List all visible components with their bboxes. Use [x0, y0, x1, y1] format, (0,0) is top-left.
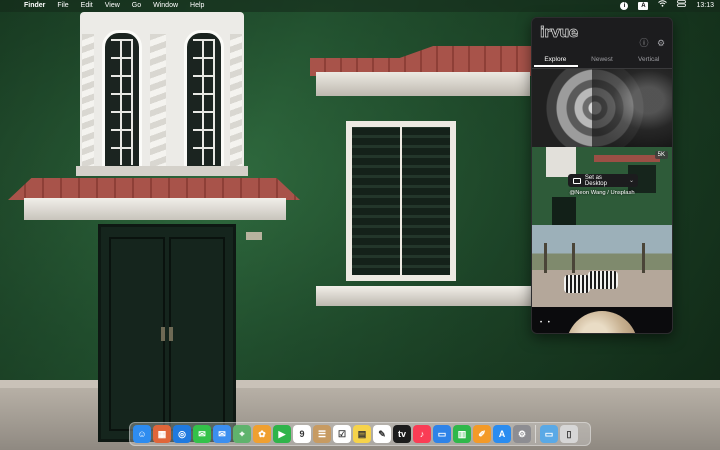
control-center-icon[interactable] — [677, 0, 687, 12]
door-knob — [161, 327, 165, 341]
menu-help[interactable]: Help — [184, 0, 210, 12]
house-number-plate — [246, 232, 262, 240]
dock-notes-icon[interactable]: ▤ — [353, 425, 371, 443]
dock-messages-icon[interactable]: ✉ — [193, 425, 211, 443]
dock-launchpad-icon[interactable]: ▦ — [153, 425, 171, 443]
dock: ☺ ▦ ◎ ✉ ✉ ⌖ ✿ ▶ 9 ☰ ☑ ▤ ✎ tv ♪ ▭ ▥ ✐ A ⚙ ▭ ▯ — [129, 422, 591, 446]
side-column-left — [82, 34, 94, 174]
wifi-icon[interactable] — [658, 0, 668, 12]
photo-thumbnail-rose[interactable] — [532, 69, 672, 147]
window-sill — [316, 286, 532, 306]
tab-newest[interactable]: Newest — [579, 54, 626, 68]
menu-window[interactable]: Window — [147, 0, 184, 12]
dock-safari-icon[interactable]: ◎ — [173, 425, 191, 443]
resolution-badge: 5K — [654, 151, 668, 159]
dock-system-settings-icon[interactable]: ⚙ — [513, 425, 531, 443]
shutter-right — [402, 127, 450, 275]
dock-keynote-icon[interactable]: ▭ — [433, 425, 451, 443]
dock-trash-icon[interactable]: ▯ — [560, 425, 578, 443]
dock-facetime-icon[interactable]: ▶ — [273, 425, 291, 443]
set-as-desktop-label: Set as Desktop — [584, 174, 607, 187]
menu-edit[interactable]: Edit — [75, 0, 99, 12]
settings-gear-icon[interactable]: ⚙ — [656, 38, 666, 48]
side-column-right — [230, 34, 242, 174]
dock-calendar-icon[interactable]: 9 — [293, 425, 311, 443]
wallpaper-upper-window — [80, 12, 244, 174]
tab-vertical[interactable]: Vertical — [625, 54, 672, 68]
photo-thumbnail-moon[interactable]: • • — [532, 307, 672, 333]
roof-tiles-left — [8, 178, 300, 200]
menu-bar: Finder File Edit View Go Window Help i A… — [0, 0, 720, 12]
cornice-left — [24, 198, 286, 220]
wallpaper-door — [98, 224, 236, 442]
menu-clock[interactable]: 13:13 — [696, 0, 714, 12]
dock-pages-icon[interactable]: ✐ — [473, 425, 491, 443]
dock-mail-icon[interactable]: ✉ — [213, 425, 231, 443]
set-as-desktop-button[interactable]: Set as Desktop ⌄ — [568, 174, 638, 187]
irvue-logo: irvue — [540, 25, 579, 42]
irvue-popover: irvue ⓘ ⚙ Explore Newest Vertical 5K Set… — [531, 17, 673, 334]
dock-music-icon[interactable]: ♪ — [413, 425, 431, 443]
menu-file[interactable]: File — [51, 0, 74, 12]
dock-tv-icon[interactable]: tv — [393, 425, 411, 443]
dock-separator — [535, 425, 536, 443]
menu-go[interactable]: Go — [126, 0, 147, 12]
irvue-menubar-icon[interactable]: i — [620, 2, 629, 10]
dock-freeform-icon[interactable]: ✎ — [373, 425, 391, 443]
dock-app-store-icon[interactable]: A — [493, 425, 511, 443]
dock-maps-icon[interactable]: ⌖ — [233, 425, 251, 443]
dock-downloads-folder-icon[interactable]: ▭ — [540, 425, 558, 443]
zebra — [588, 271, 618, 289]
shutter-left — [352, 127, 400, 275]
dock-reminders-icon[interactable]: ☑ — [333, 425, 351, 443]
active-tab-indicator — [534, 65, 578, 67]
dock-contacts-icon[interactable]: ☰ — [313, 425, 331, 443]
dock-numbers-icon[interactable]: ▥ — [453, 425, 471, 443]
window-pane-left — [102, 30, 142, 174]
menu-view[interactable]: View — [99, 0, 126, 12]
dock-finder-icon[interactable]: ☺ — [133, 425, 151, 443]
cornice-right — [316, 72, 530, 96]
window-pane-right — [184, 30, 224, 174]
twisted-column — [150, 34, 166, 174]
photo-credit[interactable]: @Neon Wang / Unsplash — [532, 189, 672, 197]
dock-photos-icon[interactable]: ✿ — [253, 425, 271, 443]
monitor-icon — [573, 177, 581, 184]
wallpaper-shuttered-window — [346, 121, 456, 281]
info-icon[interactable]: ⓘ — [639, 38, 649, 48]
photo-thumbnail-zebras[interactable] — [532, 225, 672, 307]
upper-window-sill — [76, 166, 248, 176]
chevron-down-icon[interactable]: ⌄ — [629, 177, 634, 184]
input-source-icon[interactable]: A — [638, 2, 649, 10]
menu-app-name[interactable]: Finder — [18, 0, 51, 12]
zebra — [564, 275, 590, 293]
